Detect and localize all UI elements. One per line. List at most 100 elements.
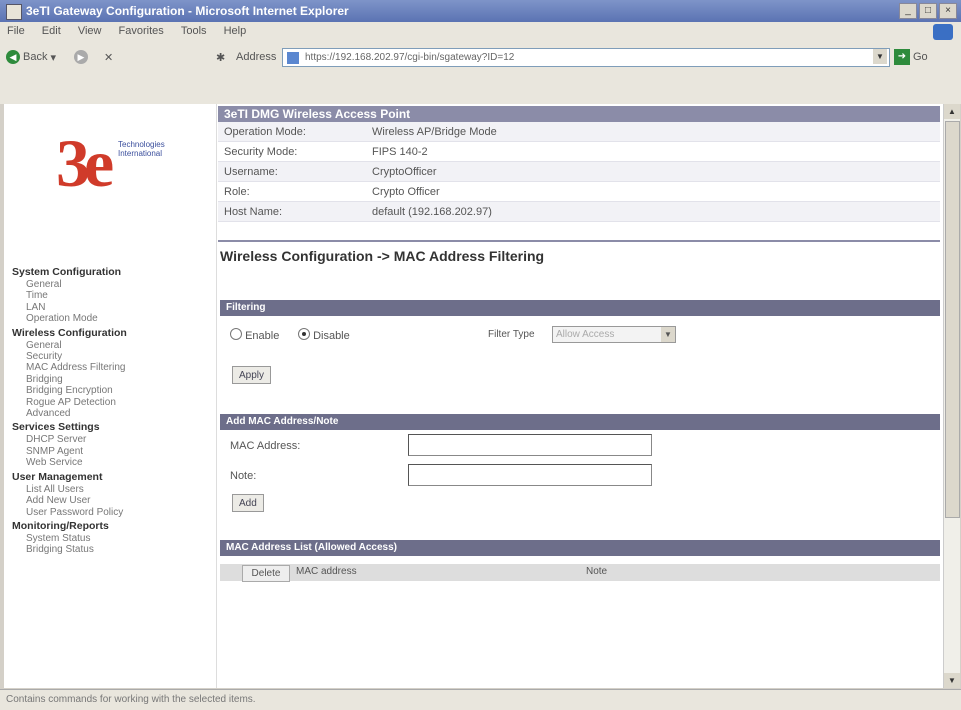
device-header: 3eTI DMG Wireless Access Point (218, 106, 940, 122)
menu-file[interactable]: File (0, 22, 32, 40)
nav-section-system-configuration[interactable]: System Configuration (12, 266, 127, 279)
forward-button[interactable]: ▶ (74, 48, 88, 66)
back-dropdown-icon: ▾ (50, 51, 56, 64)
minimize-button[interactable]: _ (899, 3, 917, 19)
menu-favorites[interactable]: Favorites (112, 22, 171, 40)
forward-arrow-icon: ▶ (74, 50, 88, 64)
browser-frame (0, 72, 961, 104)
favorites-star-button[interactable]: ✱ (216, 48, 225, 66)
note-label: Note: (230, 470, 257, 482)
nav-item-add-new-user[interactable]: Add New User (12, 495, 127, 506)
nav-item-user-password-policy[interactable]: User Password Policy (12, 507, 127, 518)
info-row: Username: CryptoOfficer (218, 161, 940, 182)
address-bar[interactable] (282, 48, 890, 67)
nav-item-general[interactable]: General (12, 279, 127, 290)
star-icon: ✱ (216, 51, 226, 64)
nav-item-list-all-users[interactable]: List All Users (12, 484, 127, 495)
go-label: Go (913, 51, 928, 63)
info-key: Username: (218, 161, 366, 182)
enable-option[interactable]: Enable (230, 328, 279, 342)
filtering-section-header: Filtering (220, 300, 940, 316)
info-value: CryptoOfficer (366, 161, 940, 182)
maximize-button[interactable]: □ (919, 3, 937, 19)
nav-item-snmp-agent[interactable]: SNMP Agent (12, 446, 127, 457)
nav-item-wireless-general[interactable]: General (12, 340, 127, 351)
column-delete[interactable]: Delete (242, 565, 290, 582)
nav-item-time[interactable]: Time (12, 290, 127, 301)
nav-item-dhcp-server[interactable]: DHCP Server (12, 434, 127, 445)
nav-item-rogue-ap-detection[interactable]: Rogue AP Detection (12, 397, 127, 408)
menu-view[interactable]: View (71, 22, 109, 40)
enable-radio[interactable] (230, 328, 242, 340)
info-row: Operation Mode: Wireless AP/Bridge Mode (218, 122, 940, 142)
window-controls: _ □ × (899, 3, 957, 19)
back-arrow-icon: ◀ (6, 50, 20, 64)
scroll-thumb[interactable] (945, 121, 960, 518)
add-button[interactable]: Add (232, 494, 264, 512)
device-info-table: Operation Mode: Wireless AP/Bridge Mode … (218, 122, 940, 222)
go-arrow-icon: ➜ (894, 49, 910, 65)
status-bar: Contains commands for working with the s… (0, 689, 961, 710)
disable-option[interactable]: Disable (298, 328, 350, 342)
logo-tagline: Technologies International (118, 140, 165, 158)
filter-type-label: Filter Type (488, 329, 535, 340)
menu-tools[interactable]: Tools (174, 22, 214, 40)
filter-type-value: Allow Access (556, 329, 615, 340)
info-key: Role: (218, 181, 366, 202)
menu-help[interactable]: Help (217, 22, 254, 40)
nav-item-bridging[interactable]: Bridging (12, 374, 127, 385)
nav-section-wireless-configuration[interactable]: Wireless Configuration (12, 327, 127, 340)
nav-item-system-status[interactable]: System Status (12, 533, 127, 544)
ie-logo-icon (933, 24, 953, 40)
nav-section-services-settings[interactable]: Services Settings (12, 421, 127, 434)
nav-item-operation-mode[interactable]: Operation Mode (12, 313, 127, 324)
browser-toolbar: ◀ Back ▾ ▶ ✕ ✱ Address ▼ ➜ Go (0, 42, 961, 73)
disable-radio[interactable] (298, 328, 310, 340)
enable-label: Enable (245, 330, 280, 342)
go-button[interactable]: ➜ Go (894, 49, 928, 65)
scroll-up-icon[interactable]: ▲ (944, 104, 960, 119)
nav-item-bridging-status[interactable]: Bridging Status (12, 544, 127, 555)
vertical-scrollbar[interactable]: ▲ ▼ (943, 104, 960, 688)
address-label: Address (236, 51, 277, 63)
column-note: Note (586, 566, 608, 577)
disable-label: Disable (313, 330, 350, 342)
info-value: default (192.168.202.97) (366, 201, 940, 222)
logo-mark: 3e (56, 125, 114, 201)
address-input[interactable] (303, 51, 867, 64)
chevron-down-icon: ▼ (661, 327, 675, 342)
main-content: 3eTI DMG Wireless Access Point Operation… (218, 104, 940, 688)
menu-edit[interactable]: Edit (35, 22, 68, 40)
column-mac-address: MAC address (296, 566, 357, 577)
filter-type-select[interactable]: Allow Access ▼ (552, 326, 676, 343)
scroll-down-icon[interactable]: ▼ (944, 673, 960, 688)
window-title-bar: 3eTI Gateway Configuration - Microsoft I… (0, 0, 961, 22)
page-icon (287, 51, 299, 64)
nav-item-lan[interactable]: LAN (12, 302, 127, 313)
mac-list-header: MAC address Note (220, 564, 940, 581)
nav-section-monitoring-reports[interactable]: Monitoring/Reports (12, 520, 127, 533)
add-mac-section-header: Add MAC Address/Note (220, 414, 940, 430)
info-key: Security Mode: (218, 141, 366, 162)
info-key: Host Name: (218, 201, 366, 222)
note-input[interactable] (408, 464, 652, 486)
nav-item-advanced[interactable]: Advanced (12, 408, 127, 419)
info-row: Security Mode: FIPS 140-2 (218, 141, 940, 162)
stop-button[interactable]: ✕ (104, 48, 113, 66)
mac-address-label: MAC Address: (230, 440, 301, 452)
nav-section-user-management[interactable]: User Management (12, 471, 127, 484)
nav-item-mac-address-filtering[interactable]: MAC Address Filtering (12, 362, 127, 373)
logo-tagline-line2: International (118, 149, 163, 158)
info-key: Operation Mode: (218, 122, 366, 142)
logo-tagline-line1: Technologies (118, 140, 165, 149)
apply-button[interactable]: Apply (232, 366, 272, 384)
address-dropdown-icon[interactable]: ▼ (873, 49, 887, 64)
mac-address-input[interactable] (408, 434, 652, 456)
close-button[interactable]: × (939, 3, 957, 19)
info-row: Host Name: default (192.168.202.97) (218, 201, 940, 222)
nav-item-web-service[interactable]: Web Service (12, 457, 127, 468)
nav-item-security[interactable]: Security (12, 351, 127, 362)
back-button[interactable]: ◀ Back ▾ (6, 48, 56, 66)
nav-item-bridging-encryption[interactable]: Bridging Encryption (12, 385, 127, 396)
info-value: FIPS 140-2 (366, 141, 940, 162)
